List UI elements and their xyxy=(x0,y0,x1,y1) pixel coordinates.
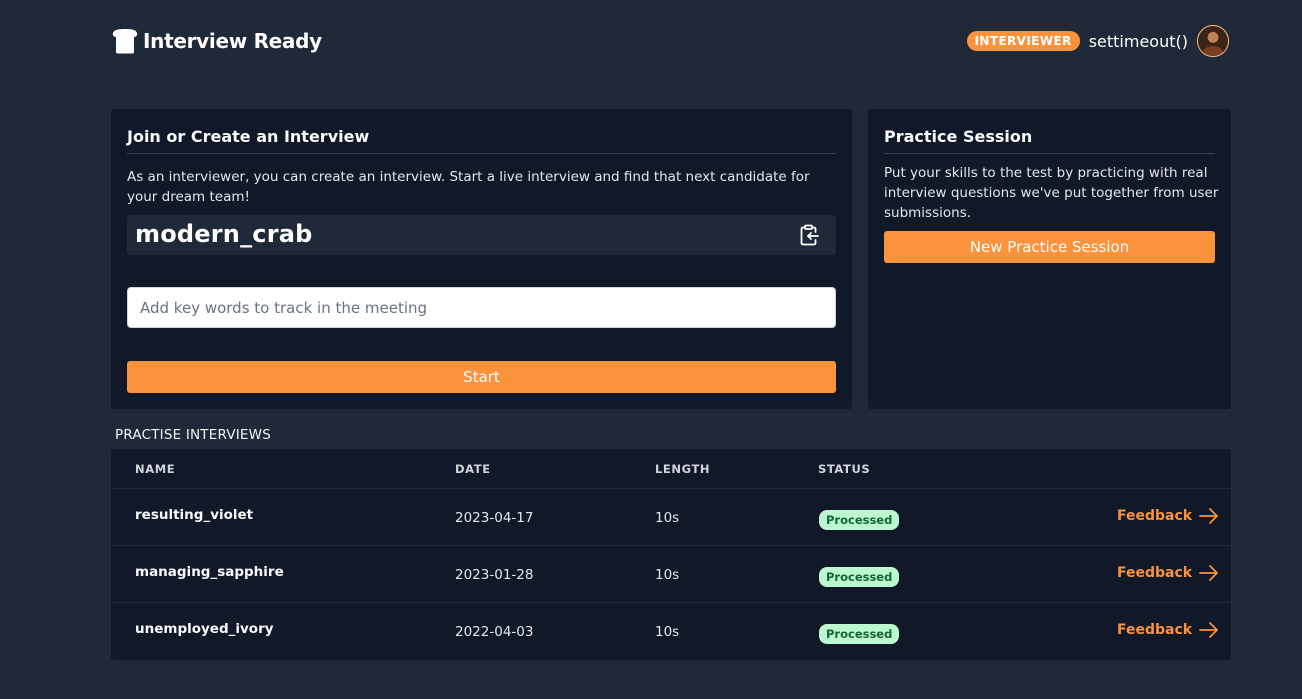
new-practice-session-button[interactable]: New Practice Session xyxy=(884,231,1215,263)
role-badge: INTERVIEWER xyxy=(966,31,1080,51)
interview-name: managing_sapphire xyxy=(135,564,284,580)
column-header-name: NAME xyxy=(135,462,176,476)
interview-length: 10s xyxy=(655,624,680,640)
room-name-box: modern_crab xyxy=(127,215,836,255)
divider xyxy=(884,153,1215,154)
table-row: resulting_violet 2023-04-17 10s Processe… xyxy=(111,489,1231,546)
interview-name: unemployed_ivory xyxy=(135,621,274,637)
username: settimeout() xyxy=(1088,31,1188,51)
feedback-link[interactable]: Feedback xyxy=(1117,507,1220,525)
interview-length: 10s xyxy=(655,510,680,526)
app-title: Interview Ready xyxy=(143,29,322,53)
interview-date: 2023-04-17 xyxy=(455,510,534,526)
arrow-right-icon xyxy=(1199,622,1218,638)
section-label: PRACTISE INTERVIEWS xyxy=(115,427,271,443)
feedback-label: Feedback xyxy=(1117,565,1193,581)
feedback-label: Feedback xyxy=(1117,622,1193,638)
arrow-right-icon xyxy=(1199,508,1218,524)
card-title: Join or Create an Interview xyxy=(127,127,370,146)
interview-date: 2023-01-28 xyxy=(455,567,534,583)
status-badge: Processed xyxy=(819,567,900,587)
status-badge: Processed xyxy=(819,624,900,644)
join-interview-card: Join or Create an Interview As an interv… xyxy=(111,109,852,409)
user-menu: INTERVIEWER settimeout() xyxy=(966,25,1229,57)
interview-name: resulting_violet xyxy=(135,507,254,523)
arrow-right-icon xyxy=(1199,565,1218,581)
divider xyxy=(127,153,836,154)
column-header-length: LENGTH xyxy=(655,462,711,476)
card-title: Practice Session xyxy=(884,127,1033,146)
interview-length: 10s xyxy=(655,567,680,583)
card-description: Put your skills to the test by practicin… xyxy=(884,165,1219,221)
table-row: unemployed_ivory 2022-04-03 10s Processe… xyxy=(111,603,1231,660)
table-header: NAME DATE LENGTH STATUS xyxy=(111,449,1231,489)
column-header-date: DATE xyxy=(455,462,491,476)
avatar[interactable] xyxy=(1197,25,1229,57)
top-bar: Interview Ready INTERVIEWER settimeout() xyxy=(111,25,1229,57)
bread-icon xyxy=(111,27,141,55)
start-button[interactable]: Start xyxy=(127,361,836,393)
brand[interactable]: Interview Ready xyxy=(111,27,322,55)
interview-date: 2022-04-03 xyxy=(455,624,534,640)
column-header-status: STATUS xyxy=(818,462,871,476)
card-description: As an interviewer, you can create an int… xyxy=(127,169,810,205)
clipboard-copy-icon[interactable] xyxy=(798,224,820,246)
status-badge: Processed xyxy=(819,510,900,530)
interviews-table: NAME DATE LENGTH STATUS resulting_violet… xyxy=(111,449,1231,660)
feedback-link[interactable]: Feedback xyxy=(1117,564,1220,582)
feedback-link[interactable]: Feedback xyxy=(1117,621,1220,639)
room-name: modern_crab xyxy=(135,220,313,248)
keyword-input[interactable] xyxy=(127,287,836,328)
practice-session-card: Practice Session Put your skills to the … xyxy=(868,109,1231,409)
feedback-label: Feedback xyxy=(1117,508,1193,524)
table-row: managing_sapphire 2023-01-28 10s Process… xyxy=(111,546,1231,603)
